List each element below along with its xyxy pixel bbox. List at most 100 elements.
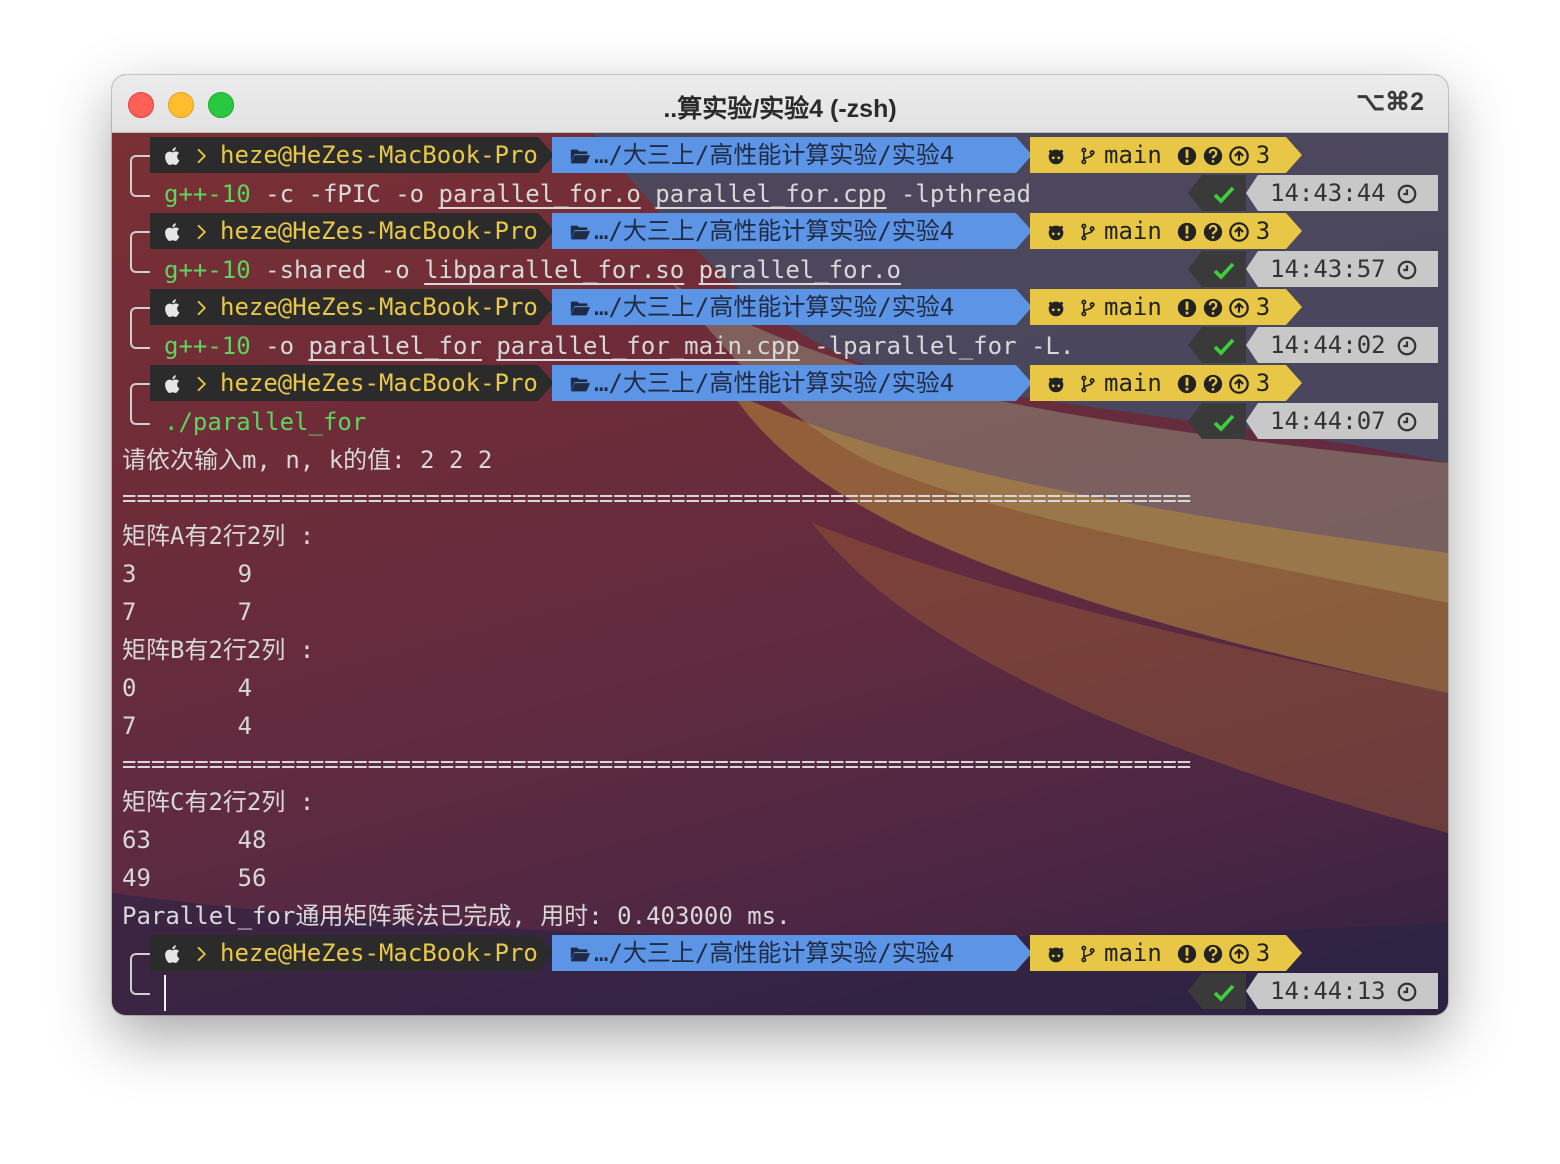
arrow-up-icon xyxy=(1228,298,1249,318)
prompt-user-text: heze@HeZes-MacBook-Pro xyxy=(220,217,538,245)
arrow-up-icon xyxy=(1228,146,1249,166)
prompt-dir-text: …/大三上/高性能计算实验/实验4 xyxy=(594,141,955,169)
git-count: 3 xyxy=(1255,369,1271,397)
window-shortcut: ⌥⌘2 xyxy=(1356,88,1424,116)
exclamation-icon xyxy=(1177,146,1196,166)
output-line: 矩阵B有2行2列 : xyxy=(122,636,315,664)
time-text: 14:44:02 xyxy=(1270,331,1386,359)
output-line: 3 9 xyxy=(122,560,253,588)
time-text: 14:43:44 xyxy=(1270,179,1386,207)
prompt-dir-segment: …/大三上/高性能计算实验/实验4 xyxy=(552,935,1016,971)
chevron-right-icon xyxy=(197,224,207,240)
output-line: Parallel_for通用矩阵乘法已完成, 用时: 0.403000 ms. xyxy=(122,902,791,930)
git-count: 3 xyxy=(1255,293,1271,321)
command-space xyxy=(641,180,655,208)
check-icon xyxy=(1213,414,1235,432)
command-argument: parallel_for.cpp xyxy=(655,180,887,208)
folder-open-icon xyxy=(570,301,591,316)
chevron-right-icon xyxy=(197,300,207,316)
check-icon xyxy=(1213,338,1235,356)
prompt-dir-segment: …/大三上/高性能计算实验/实验4 xyxy=(552,365,1016,401)
prompt-bracket-top xyxy=(130,307,150,329)
github-icon xyxy=(1048,377,1064,393)
command-line: ./parallel_for xyxy=(164,403,366,441)
prompt-user-text: heze@HeZes-MacBook-Pro xyxy=(220,939,538,967)
output-line: 矩阵A有2行2列 : xyxy=(122,522,315,550)
branch-icon xyxy=(1081,299,1095,317)
prompt-dir-segment: …/大三上/高性能计算实验/实验4 xyxy=(552,289,1016,325)
check-icon xyxy=(1213,984,1235,1002)
prompt-user-segment: heze@HeZes-MacBook-Pro xyxy=(150,935,538,971)
command-space xyxy=(684,256,698,284)
output-line: 63 48 xyxy=(122,826,267,854)
github-icon xyxy=(1048,947,1064,963)
github-icon xyxy=(1048,149,1064,165)
right-prompt-separator xyxy=(1188,327,1202,363)
right-prompt-separator xyxy=(1246,251,1258,287)
time-text: 14:44:13 xyxy=(1270,977,1386,1005)
prompt-dir-segment: …/大三上/高性能计算实验/实验4 xyxy=(552,137,1016,173)
command-name: ./parallel_for xyxy=(164,408,367,436)
prompt-bracket-bottom xyxy=(130,251,150,273)
prompt-dir-text: …/大三上/高性能计算实验/实验4 xyxy=(594,217,955,245)
command-time: 14:44:02 xyxy=(1258,327,1438,363)
apple-icon xyxy=(165,223,180,241)
right-prompt-separator xyxy=(1188,403,1202,439)
prompt-separator xyxy=(1286,365,1302,401)
status-check xyxy=(1202,251,1246,287)
prompt-bracket-top xyxy=(130,231,150,253)
prompt-git-segment: main 3 xyxy=(1030,137,1286,173)
status-check xyxy=(1202,327,1246,363)
question-icon xyxy=(1203,944,1222,964)
output-line: 请依次输入m, n, k的值: 2 2 2 xyxy=(122,446,493,474)
prompt-line: heze@HeZes-MacBook-Pro …/大三上/高性能计算实验/实验4 m… xyxy=(112,365,1448,405)
text-cursor[interactable] xyxy=(164,975,166,1011)
github-icon xyxy=(1048,301,1064,317)
title-bar: ..算实验/实验4 (-zsh) ⌥⌘2 xyxy=(112,75,1448,133)
folder-open-icon xyxy=(570,947,591,962)
command-line: g++-10 -o parallel_for parallel_for_main… xyxy=(164,327,1074,365)
chevron-right-icon xyxy=(197,376,207,392)
command-time: 14:43:57 xyxy=(1258,251,1438,287)
prompt-bracket-top xyxy=(130,383,150,405)
command-tail: -lparallel_for -L. xyxy=(799,332,1075,360)
output-line: 7 7 xyxy=(122,598,253,626)
output-line: 49 56 xyxy=(122,864,267,892)
prompt-user-text: heze@HeZes-MacBook-Pro xyxy=(220,141,538,169)
command-time: 14:44:07 xyxy=(1258,403,1438,439)
git-branch: main xyxy=(1104,293,1162,321)
command-argument: libparallel_for.so xyxy=(424,256,685,284)
prompt-user-segment: heze@HeZes-MacBook-Pro xyxy=(150,213,538,249)
git-branch: main xyxy=(1104,369,1162,397)
question-icon xyxy=(1203,222,1222,242)
right-prompt-separator xyxy=(1246,327,1258,363)
status-check xyxy=(1202,403,1246,439)
prompt-dir-text: …/大三上/高性能计算实验/实验4 xyxy=(594,293,955,321)
prompt-dir-text: …/大三上/高性能计算实验/实验4 xyxy=(594,369,955,397)
right-prompt-separator xyxy=(1188,251,1202,287)
exclamation-icon xyxy=(1177,374,1196,394)
prompt-bracket-top xyxy=(130,953,150,975)
clock-icon xyxy=(1397,412,1416,432)
right-prompt-separator xyxy=(1246,175,1258,211)
question-icon xyxy=(1203,298,1222,318)
prompt-user-text: heze@HeZes-MacBook-Pro xyxy=(220,369,538,397)
terminal-content[interactable]: heze@HeZes-MacBook-Pro …/大三上/高性能计算实验/实验4 m… xyxy=(112,133,1448,1015)
command-flags: -shared -o xyxy=(250,256,425,284)
command-name: g++-10 xyxy=(164,180,251,208)
apple-icon xyxy=(165,945,180,963)
right-prompt-separator xyxy=(1188,175,1202,211)
window-title: ..算实验/实验4 (-zsh) xyxy=(663,95,897,123)
git-count: 3 xyxy=(1255,939,1271,967)
apple-icon xyxy=(165,147,180,165)
command-line: g++-10 -c -fPIC -o parallel_for.o parall… xyxy=(164,175,1031,213)
check-icon xyxy=(1213,262,1235,280)
output-line: ========================================… xyxy=(122,484,1192,512)
command-argument: parallel_for_main.cpp xyxy=(496,332,800,360)
prompt-bracket-bottom xyxy=(130,327,150,349)
arrow-up-icon xyxy=(1228,222,1249,242)
right-prompt-separator xyxy=(1188,973,1202,1009)
prompt-git-segment: main 3 xyxy=(1030,365,1286,401)
branch-icon xyxy=(1081,147,1095,165)
branch-icon xyxy=(1081,945,1095,963)
